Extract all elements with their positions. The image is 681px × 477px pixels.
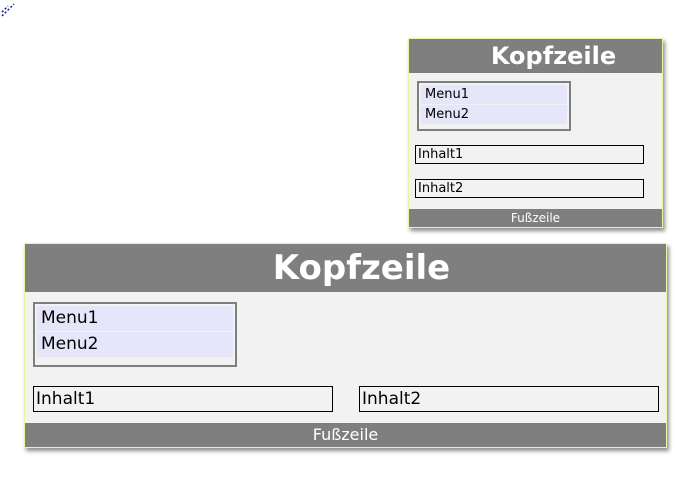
menu-box: Menu1 Menu2 [33,302,237,367]
menu-item-menu1[interactable]: Menu1 [37,306,233,332]
resize-handle-icon [1,3,15,17]
header: Kopfzeile [409,39,662,73]
menu-item-menu2[interactable]: Menu2 [37,332,233,358]
content-box-inhalt1: Inhalt1 [33,386,333,412]
menu-item-menu2[interactable]: Menu2 [421,105,567,125]
header: Kopfzeile [25,244,666,292]
menu-item-menu1[interactable]: Menu1 [421,85,567,105]
content-box-inhalt2: Inhalt2 [359,386,659,412]
menu-box: Menu1 Menu2 [417,81,571,131]
footer: Fußzeile [25,423,666,447]
footer: Fußzeile [409,209,662,227]
content-box-inhalt2: Inhalt2 [415,179,644,198]
small-layout-preview: Kopfzeile Menu1 Menu2 Inhalt1 Inhalt2 Fu… [408,38,663,228]
large-layout-preview: Kopfzeile Menu1 Menu2 Inhalt1 Inhalt2 Fu… [24,243,667,448]
content-box-inhalt1: Inhalt1 [415,145,644,164]
